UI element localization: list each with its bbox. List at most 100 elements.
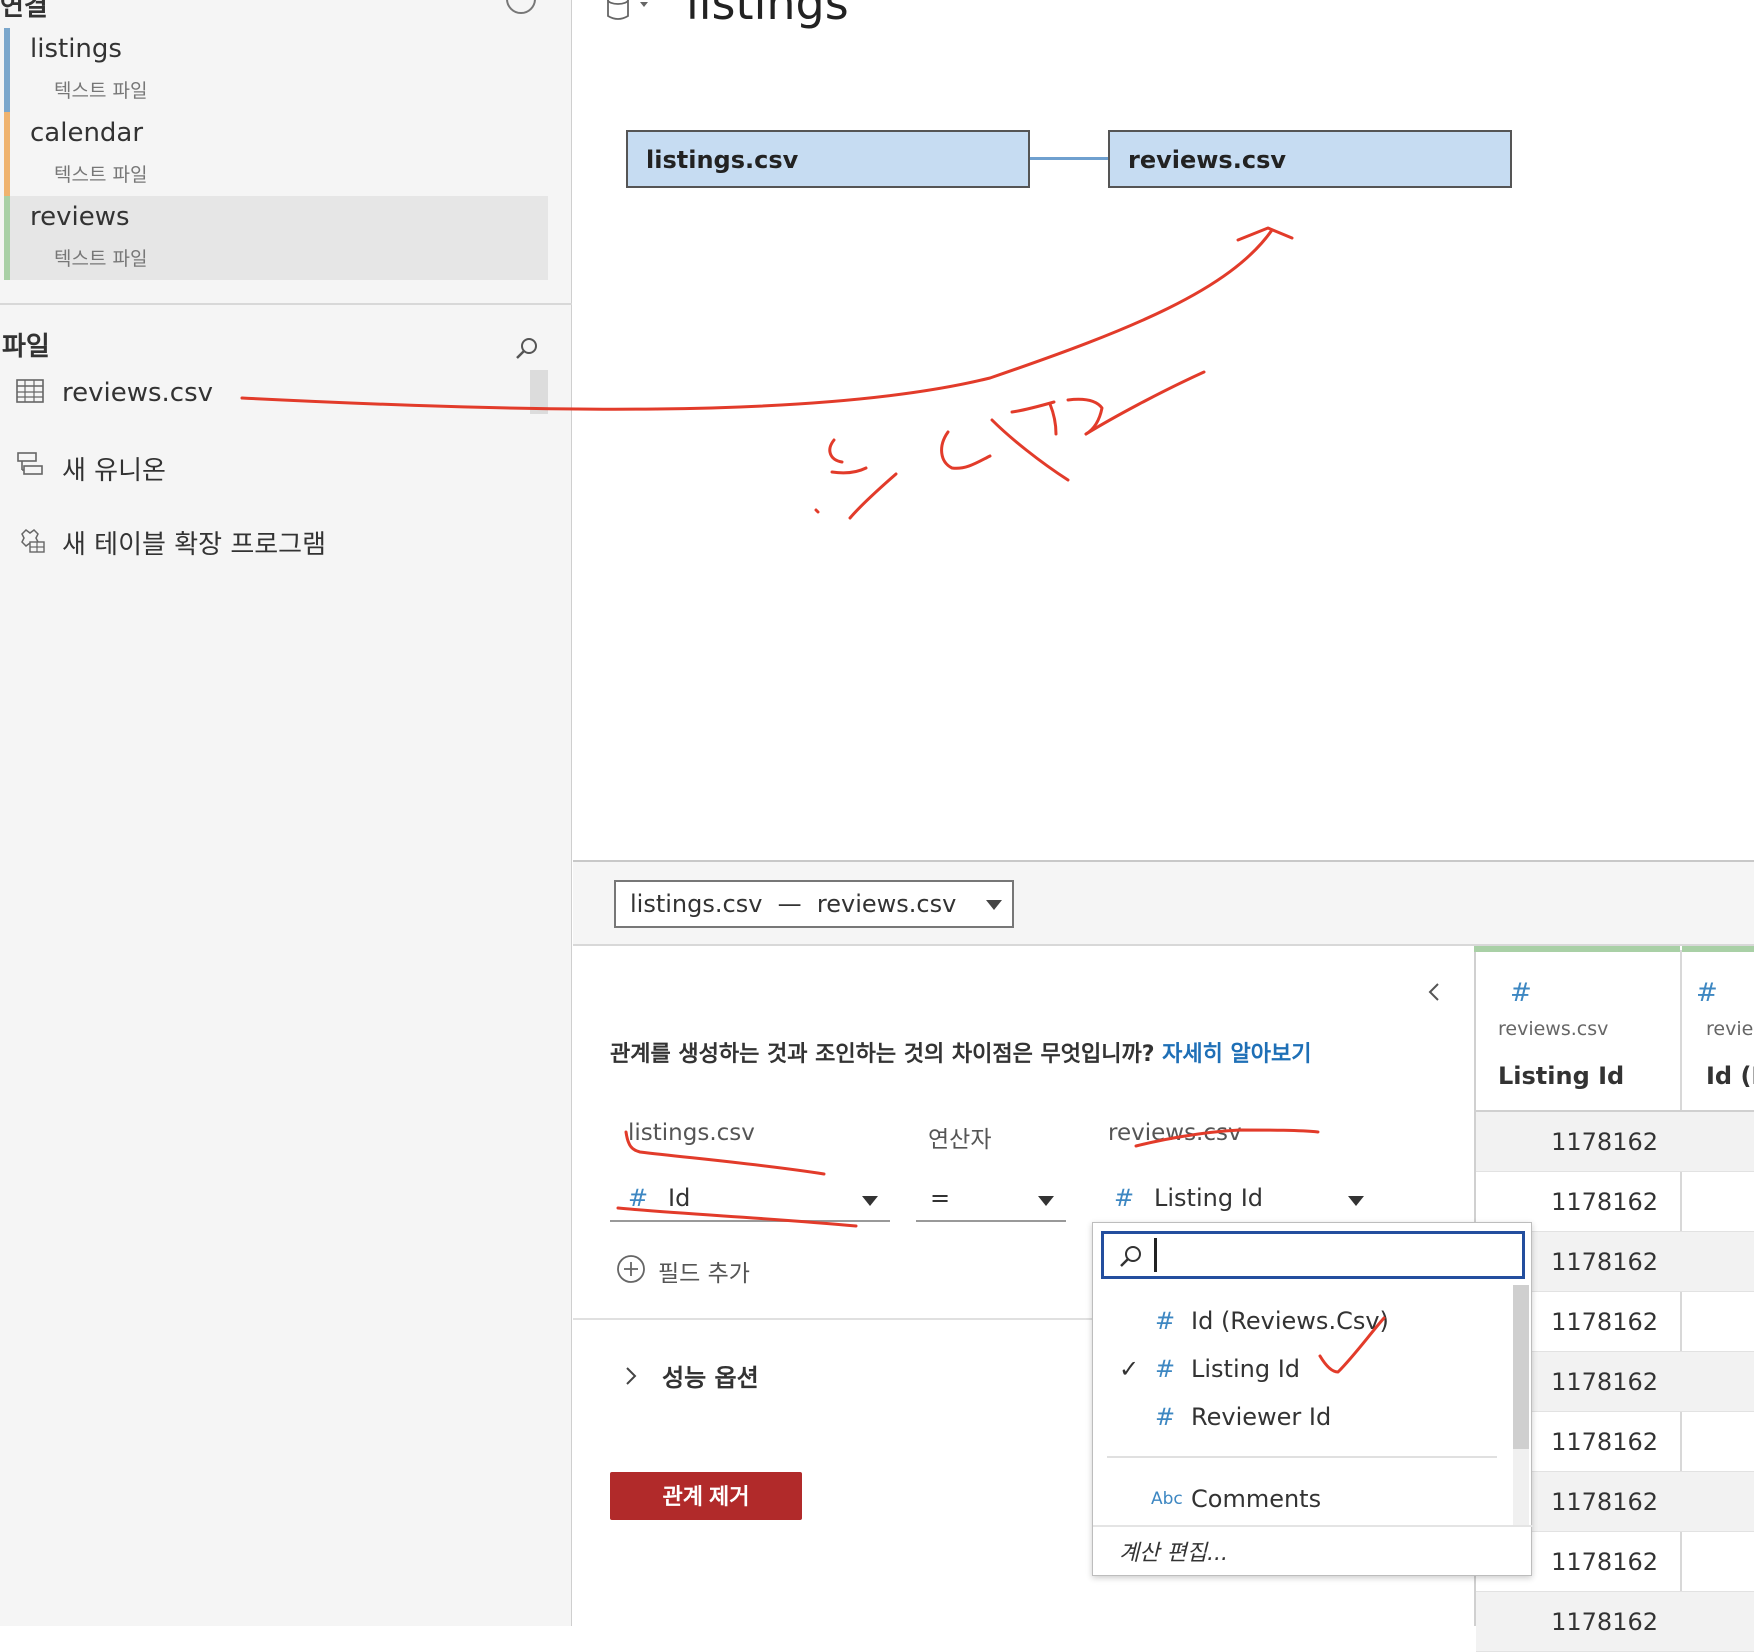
connection-item-calendar[interactable]: calendar 텍스트 파일	[4, 112, 548, 196]
dropdown-search-input[interactable]	[1154, 1238, 1514, 1272]
chevron-down-icon	[1038, 1196, 1054, 1206]
number-type-icon: #	[1155, 1355, 1176, 1383]
add-field-label: 필드 추가	[658, 1261, 750, 1287]
canvas-title: listings	[686, 0, 849, 30]
dropdown-item-label: Reviewer Id	[1191, 1403, 1332, 1431]
relationship-selector-label: listings.csv — reviews.csv	[630, 890, 957, 918]
annotation-text-stroke	[940, 430, 992, 470]
operator-value: =	[930, 1184, 951, 1212]
add-connection-icon[interactable]	[506, 0, 536, 14]
string-type-icon: Abc	[1151, 1489, 1183, 1509]
chevron-down-icon	[986, 900, 1002, 910]
files-scrollbar[interactable]	[530, 370, 548, 414]
dropdown-item-label: Id (Reviews.Csv)	[1191, 1307, 1389, 1335]
annotation-text-stroke	[1066, 397, 1104, 436]
table-cell: 1178162	[1551, 1248, 1658, 1276]
checkmark-icon: ✓	[1119, 1355, 1140, 1383]
chevron-down-icon	[862, 1196, 878, 1206]
table-cell: 1178162	[1551, 1548, 1658, 1576]
search-icon	[1120, 1246, 1141, 1267]
left-field-select[interactable]: # Id	[610, 1176, 890, 1222]
column-header-listing-id[interactable]: Listing Id	[1498, 1062, 1624, 1090]
file-label: reviews.csv	[62, 378, 214, 408]
dropdown-item-reviewer-id[interactable]: # Reviewer Id	[1093, 1397, 1513, 1441]
performance-options-toggle[interactable]: 성능 옵션	[662, 1358, 759, 1393]
connection-type: 텍스트 파일	[54, 164, 148, 186]
table-cell: 1178162	[1551, 1128, 1658, 1156]
table-cell: 1178162	[1551, 1608, 1658, 1636]
table-cell: 1178162	[1551, 1188, 1658, 1216]
dropdown-item-id-reviews[interactable]: # Id (Reviews.Csv)	[1093, 1301, 1513, 1345]
annotation-text-stroke	[828, 438, 868, 475]
help-question: 관계를 생성하는 것과 조인하는 것의 차이점은 무엇입니까?	[610, 1042, 1155, 1067]
table-row: 1178162	[1476, 1112, 1754, 1172]
search-icon[interactable]	[514, 336, 540, 362]
connection-name: listings	[30, 34, 122, 64]
number-type-icon: #	[1510, 978, 1532, 1008]
files-section-title: 파일	[2, 332, 50, 362]
relationship-selector[interactable]: listings.csv — reviews.csv	[614, 880, 1014, 928]
column-header-clip: # revie Id (R	[1682, 960, 1754, 1090]
table-cell: 1178162	[1551, 1488, 1658, 1516]
edit-calculation-item[interactable]: 계산 편집...	[1119, 1535, 1228, 1567]
dropdown-item-comments[interactable]: Abc Comments	[1093, 1479, 1513, 1523]
dropdown-item-label: Listing Id	[1191, 1355, 1301, 1383]
file-label: 새 테이블 확장 프로그램	[62, 530, 326, 560]
annotation-text-stroke	[990, 418, 1070, 482]
logical-table-reviews[interactable]: reviews.csv	[1108, 130, 1512, 188]
field-dropdown-menu: # Id (Reviews.Csv) ✓ # Listing Id # Revi…	[1092, 1222, 1533, 1576]
column-source: revie	[1706, 1018, 1754, 1040]
column-source-color-bar	[1682, 946, 1754, 952]
sidebar-divider	[0, 303, 572, 305]
connection-item-reviews[interactable]: reviews 텍스트 파일	[4, 196, 548, 280]
column-source-color-bar	[1474, 946, 1680, 952]
dropdown-separator	[1107, 1456, 1497, 1458]
connection-type: 텍스트 파일	[54, 80, 148, 102]
relationship-noodle[interactable]	[1030, 157, 1108, 160]
right-field-select[interactable]: # Listing Id	[1096, 1176, 1376, 1222]
annotation-text-stroke	[814, 508, 820, 514]
chevron-down-icon	[1348, 1196, 1364, 1206]
dropdown-scrollbar-thumb[interactable]	[1513, 1285, 1529, 1449]
connection-type: 텍스트 파일	[54, 248, 148, 270]
operator-select[interactable]: =	[916, 1176, 1066, 1222]
dropdown-item-label: Comments	[1191, 1485, 1322, 1513]
plus-circle-icon	[617, 1255, 645, 1283]
table-grid-icon	[16, 379, 44, 403]
connection-item-listings[interactable]: listings 텍스트 파일	[4, 28, 548, 112]
table-extension-icon	[21, 529, 45, 553]
drag-arrow-head	[1236, 226, 1294, 242]
annotation-text-stroke	[848, 472, 898, 520]
chevron-left-icon[interactable]	[1424, 980, 1444, 1004]
dropdown-search-box[interactable]	[1101, 1231, 1525, 1279]
number-type-icon: #	[1155, 1403, 1176, 1431]
help-text: 관계를 생성하는 것과 조인하는 것의 차이점은 무엇입니까? 자세히 알아보기	[610, 1036, 1312, 1068]
number-type-icon: #	[1114, 1184, 1135, 1212]
left-table-header: listings.csv	[628, 1120, 755, 1146]
connection-name: reviews	[30, 202, 130, 232]
remove-relationship-button[interactable]: 관계 제거	[610, 1472, 802, 1520]
table-cell: 1178162	[1551, 1368, 1658, 1396]
union-icon	[17, 452, 43, 475]
table-cell: 1178162	[1551, 1428, 1658, 1456]
annotation-text-stroke	[1010, 400, 1058, 436]
file-label: 새 유니온	[62, 456, 166, 486]
logical-table-listings[interactable]: listings.csv	[626, 130, 1030, 188]
database-icon[interactable]	[604, 0, 664, 26]
learn-more-link[interactable]: 자세히 알아보기	[1162, 1042, 1311, 1067]
connections-header: 연결	[0, 0, 48, 22]
connection-name: calendar	[30, 118, 144, 148]
table-row: 1178162	[1476, 1592, 1754, 1652]
dropdown-separator	[1093, 1525, 1533, 1527]
table-cell: 1178162	[1551, 1308, 1658, 1336]
number-type-icon: #	[1155, 1307, 1176, 1335]
operator-header: 연산자	[928, 1127, 992, 1153]
chevron-right-icon[interactable]	[622, 1364, 640, 1388]
number-type-icon: #	[628, 1184, 649, 1212]
sidebar: 연결 listings 텍스트 파일 calendar 텍스트 파일 revie…	[0, 0, 572, 1626]
right-field-value: Listing Id	[1154, 1184, 1264, 1212]
right-table-header: reviews.csv	[1108, 1120, 1242, 1146]
dropdown-item-listing-id[interactable]: ✓ # Listing Id	[1093, 1349, 1513, 1393]
performance-divider	[573, 1318, 1093, 1320]
column-header-id[interactable]: Id (R	[1706, 1062, 1754, 1090]
